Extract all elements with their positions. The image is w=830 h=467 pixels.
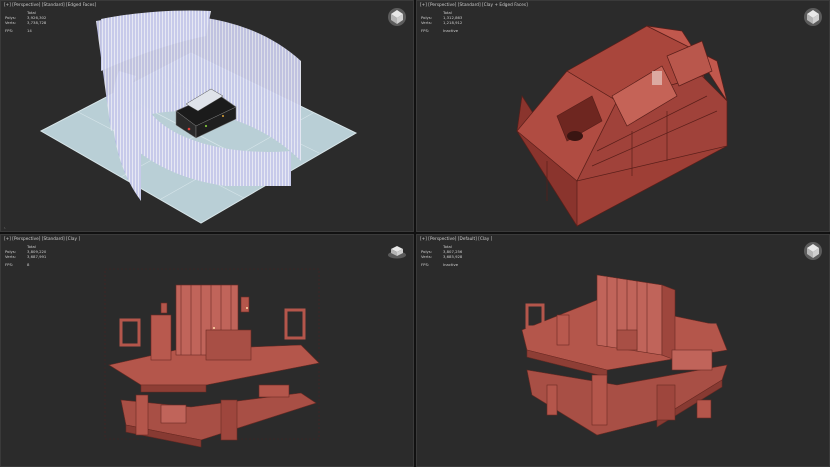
verts-label: Verts: (5, 20, 16, 25)
fps-value: 8 (27, 262, 30, 267)
verts-label: Verts: (421, 254, 432, 259)
fps-label: FPS: (421, 28, 430, 33)
verts-label: Verts: (421, 20, 432, 25)
scene-clay-interior-right (521, 274, 728, 436)
viewcube-icon[interactable] (803, 241, 823, 261)
viewport-bottom-right[interactable]: [+] [Perspective] [Default] [Clay ] Tota… (416, 234, 830, 467)
stats-overlay: Total Polys: 3,809,220 Verts: 3,687,991 FP… (5, 244, 46, 267)
viewport-grid: [+] [Perspective] [Standard] [Edged Face… (0, 0, 830, 467)
stats-overlay: Total Polys: 3,807,256 Verts: 3,685,928 FP… (421, 244, 462, 267)
house-shell (516, 25, 728, 228)
verts-value: 3,738,728 (27, 20, 47, 25)
viewport-label[interactable]: [+] [Perspective] [Standard] [Clay + Edg… (420, 2, 528, 7)
verts-value: 3,685,928 (443, 254, 463, 259)
interior-structure (521, 274, 728, 436)
scene-edged-faces (39, 10, 358, 224)
verts-label: Verts: (5, 254, 16, 259)
viewport-top-left[interactable]: [+] [Perspective] [Standard] [Edged Face… (0, 0, 414, 232)
viewport-label[interactable]: [+] [Perspective] [Default] [Clay ] (420, 236, 492, 241)
stats-overlay: Total Polys: 3,926,302 Verts: 3,738,728 FP… (5, 10, 46, 33)
axis-tripod-icon: ⌞ (4, 224, 6, 229)
viewcube-icon[interactable] (387, 241, 407, 261)
fps-label: FPS: (421, 262, 430, 267)
fps-value: Inactive (443, 28, 459, 33)
stats-overlay: Total Polys: 1,312,863 Verts: 1,218,912 FP… (421, 10, 462, 33)
scene-clay-edged (516, 25, 728, 228)
scene-clay-interior-left (104, 268, 320, 448)
fps-label: FPS: (5, 28, 14, 33)
viewcube-icon[interactable] (387, 7, 407, 27)
fps-value: Inactive (443, 262, 459, 267)
viewport-label[interactable]: [+] [Perspective] [Standard] [Clay ] (4, 236, 80, 241)
verts-value: 1,218,912 (443, 20, 463, 25)
viewport-top-right[interactable]: [+] [Perspective] [Standard] [Clay + Edg… (416, 0, 830, 232)
fps-value: 14 (27, 28, 32, 33)
fps-label: FPS: (5, 262, 14, 267)
verts-value: 3,687,991 (27, 254, 47, 259)
viewport-label[interactable]: [+] [Perspective] [Standard] [Edged Face… (4, 2, 96, 7)
interior-structure (104, 268, 320, 448)
viewcube-icon[interactable] (803, 7, 823, 27)
viewport-bottom-left[interactable]: [+] [Perspective] [Standard] [Clay ] Tot… (0, 234, 414, 467)
